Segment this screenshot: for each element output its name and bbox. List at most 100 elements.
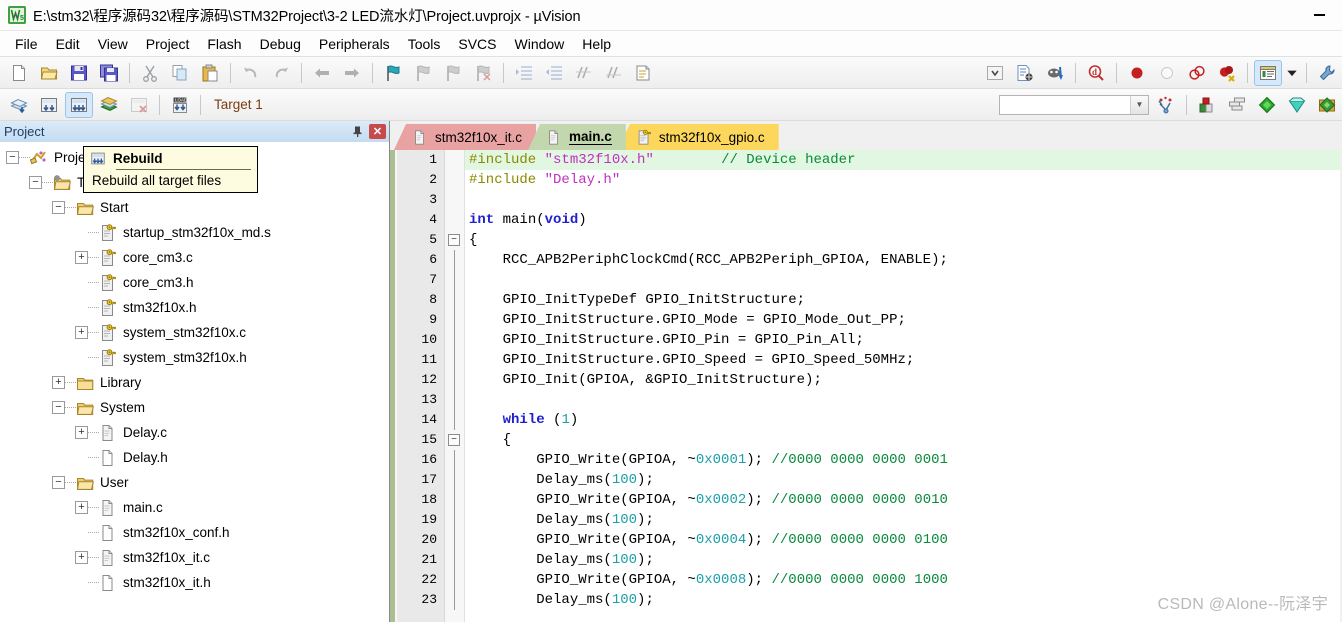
tree-item[interactable]: core_cm3.h [0, 270, 389, 295]
save-all-icon[interactable] [95, 60, 123, 86]
code-line[interactable]: Delay_ms(100); [465, 510, 1342, 530]
menu-tools[interactable]: Tools [399, 33, 450, 55]
code-line[interactable]: GPIO_InitStructure.GPIO_Speed = GPIO_Spe… [465, 350, 1342, 370]
code-line[interactable]: RCC_APB2PeriphClockCmd(RCC_APB2Periph_GP… [465, 250, 1342, 270]
find-icon[interactable]: d [1082, 60, 1110, 86]
manage-project-items-icon[interactable] [1152, 92, 1180, 118]
project-tree[interactable]: −Project: Project−Target 1−Startstartup_… [0, 142, 389, 622]
tree-item[interactable]: − System [0, 395, 389, 420]
redo-icon[interactable] [267, 60, 295, 86]
chevron-down-icon[interactable]: ▼ [1130, 95, 1148, 114]
tree-item[interactable]: + main.c [0, 495, 389, 520]
code-line[interactable]: GPIO_Init(GPIOA, &GPIO_InitStructure); [465, 370, 1342, 390]
code-line[interactable]: GPIO_InitTypeDef GPIO_InitStructure; [465, 290, 1342, 310]
new-file-icon[interactable] [5, 60, 33, 86]
tree-item[interactable]: stm32f10x_it.h [0, 570, 389, 595]
menu-view[interactable]: View [89, 33, 137, 55]
tree-item[interactable]: + Library [0, 370, 389, 395]
code-line[interactable]: GPIO_Write(GPIOA, ~0x0001); //0000 0000 … [465, 450, 1342, 470]
bookmark-prev-icon[interactable] [409, 60, 437, 86]
collapse-toggle-icon[interactable]: − [52, 401, 65, 414]
collapse-toggle-icon[interactable]: − [29, 176, 42, 189]
expand-toggle-icon[interactable]: + [75, 426, 88, 439]
collapse-toggle-icon[interactable]: − [52, 201, 65, 214]
menu-file[interactable]: File [6, 33, 47, 55]
code-fold-column[interactable]: − − [445, 150, 465, 622]
code-line[interactable]: while (1) [465, 410, 1342, 430]
collapse-toggle-icon[interactable]: − [52, 476, 65, 489]
multi-project-icon[interactable] [1223, 92, 1251, 118]
code-line[interactable]: int main(void) [465, 210, 1342, 230]
expand-toggle-icon[interactable]: + [75, 251, 88, 264]
tree-item[interactable]: startup_stm32f10x_md.s [0, 220, 389, 245]
copy-icon[interactable] [166, 60, 194, 86]
combo-arrow-icon[interactable] [981, 60, 1009, 86]
code-line[interactable]: Delay_ms(100); [465, 550, 1342, 570]
menu-flash[interactable]: Flash [198, 33, 250, 55]
code-line[interactable]: { [465, 230, 1342, 250]
start-debug-icon[interactable] [1253, 92, 1281, 118]
project-window-icon[interactable] [1254, 59, 1282, 86]
tree-item[interactable]: − Start [0, 195, 389, 220]
menu-edit[interactable]: Edit [47, 33, 89, 55]
batch-build-icon[interactable] [95, 92, 123, 118]
code-line[interactable] [465, 390, 1342, 410]
code-line[interactable]: GPIO_InitStructure.GPIO_Pin = GPIO_Pin_A… [465, 330, 1342, 350]
save-icon[interactable] [65, 60, 93, 86]
tree-item[interactable]: + system_stm32f10x.c [0, 320, 389, 345]
navigate-forward-icon[interactable] [338, 60, 366, 86]
paste-icon[interactable] [196, 60, 224, 86]
code-line[interactable]: Delay_ms(100); [465, 470, 1342, 490]
menu-window[interactable]: Window [506, 33, 574, 55]
bookmark-toggle-icon[interactable] [379, 60, 407, 86]
code-line[interactable] [465, 190, 1342, 210]
code-line[interactable]: GPIO_Write(GPIOA, ~0x0008); //0000 0000 … [465, 570, 1342, 590]
manage-components-icon[interactable] [1193, 92, 1221, 118]
code-editor[interactable]: 1 2 3 4 5 6 7 8 9 10 11 12 13 14 15 16 17 18 19 20 21 22 23 − −… [390, 150, 1342, 622]
breakpoint-icon[interactable] [1123, 60, 1151, 86]
insert-icon[interactable] [1283, 92, 1311, 118]
bookmark-clear-icon[interactable] [469, 60, 497, 86]
pin-icon[interactable] [350, 124, 365, 139]
minimize-button[interactable] [1296, 0, 1342, 31]
outdent-icon[interactable] [540, 60, 568, 86]
breakpoint-disable-all-icon[interactable] [1183, 60, 1211, 86]
fold-collapse-icon[interactable]: − [448, 234, 460, 246]
code-line[interactable]: #include "stm32f10x.h" // Device header [465, 150, 1342, 170]
build-icon[interactable] [35, 92, 63, 118]
code-line[interactable]: GPIO_Write(GPIOA, ~0x0004); //0000 0000 … [465, 530, 1342, 550]
manage-run-time-env-icon[interactable] [1313, 92, 1341, 118]
download-icon[interactable]: LOAD [166, 92, 194, 118]
undo-icon[interactable] [237, 60, 265, 86]
configure-icon[interactable] [1011, 60, 1039, 86]
tree-item[interactable]: + core_cm3.c [0, 245, 389, 270]
tree-item[interactable]: stm32f10x.h [0, 295, 389, 320]
collapse-toggle-icon[interactable]: − [6, 151, 19, 164]
tree-item[interactable]: stm32f10x_conf.h [0, 520, 389, 545]
rebuild-icon[interactable] [65, 91, 93, 118]
tree-item[interactable]: system_stm32f10x.h [0, 345, 389, 370]
tree-item[interactable]: − User [0, 470, 389, 495]
expand-toggle-icon[interactable]: + [75, 326, 88, 339]
editor-tab-active[interactable]: main.c [528, 124, 626, 150]
translate-icon[interactable] [5, 92, 33, 118]
dropdown-arrow-icon[interactable] [1284, 60, 1300, 86]
tree-item[interactable]: Delay.h [0, 445, 389, 470]
comment-icon[interactable] [570, 60, 598, 86]
expand-toggle-icon[interactable]: + [75, 551, 88, 564]
menu-debug[interactable]: Debug [251, 33, 310, 55]
code-line[interactable] [465, 270, 1342, 290]
code-line[interactable]: GPIO_Write(GPIOA, ~0x0002); //0000 0000 … [465, 490, 1342, 510]
tree-item[interactable]: + Delay.c [0, 420, 389, 445]
code-line[interactable]: #include "Delay.h" [465, 170, 1342, 190]
fold-collapse-icon[interactable]: − [448, 434, 460, 446]
editor-tab[interactable]: stm32f10x_it.c [394, 124, 537, 150]
code-line[interactable]: { [465, 430, 1342, 450]
target-select[interactable]: ▼ [999, 94, 1149, 115]
tree-item[interactable]: + stm32f10x_it.c [0, 545, 389, 570]
menu-svcs[interactable]: SVCS [449, 33, 505, 55]
menu-peripherals[interactable]: Peripherals [310, 33, 399, 55]
bookmark-next-icon[interactable] [439, 60, 467, 86]
expand-toggle-icon[interactable]: + [52, 376, 65, 389]
navigate-back-icon[interactable] [308, 60, 336, 86]
